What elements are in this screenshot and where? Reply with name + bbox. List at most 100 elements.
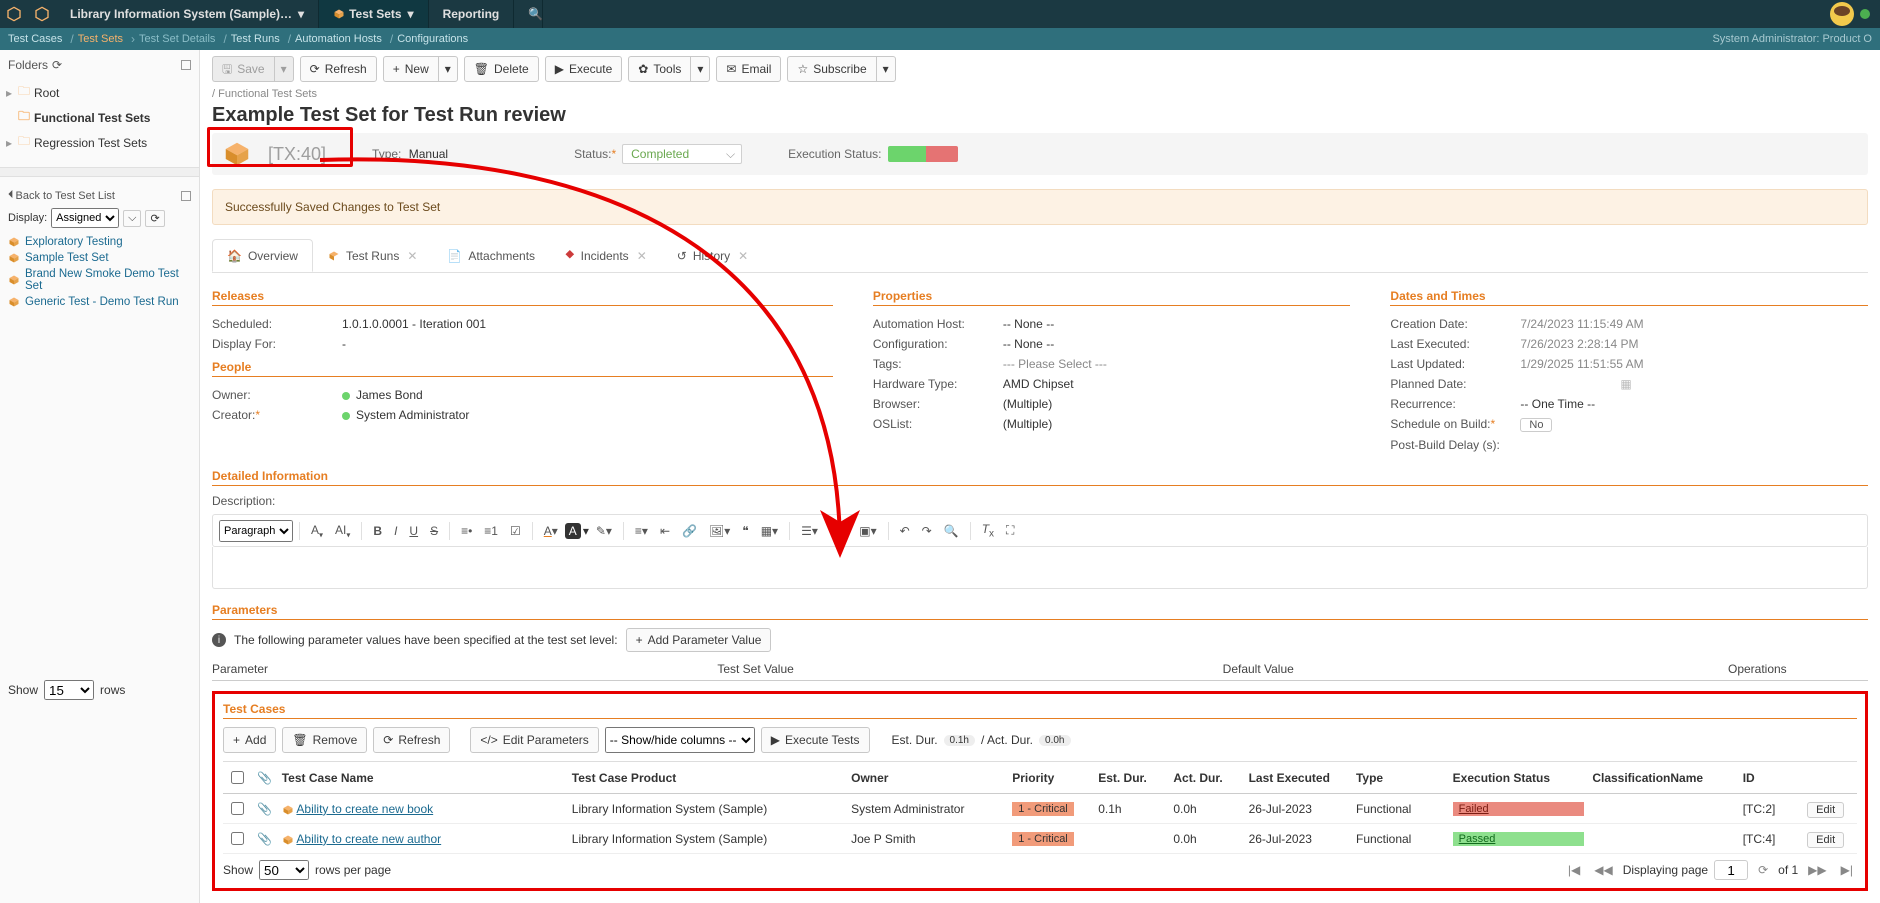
- field-value[interactable]: No: [1520, 417, 1552, 432]
- avatar[interactable]: [1830, 2, 1854, 26]
- select-all-checkbox[interactable]: [231, 771, 244, 784]
- page-input[interactable]: [1714, 860, 1748, 880]
- clear-format-button[interactable]: ✎▾: [591, 521, 617, 541]
- table-button[interactable]: ▦▾: [756, 521, 783, 541]
- text-color-button[interactable]: A▾: [539, 521, 563, 541]
- indent-button[interactable]: ⇤: [655, 521, 675, 541]
- col-header[interactable]: ClassificationName: [1588, 762, 1738, 794]
- eraser-button[interactable]: Tx: [977, 519, 999, 542]
- chevron-down-icon[interactable]: ⌵: [123, 210, 141, 227]
- tab-test-runs[interactable]: Test Runs✕: [313, 239, 432, 272]
- delete-button[interactable]: 🗑Delete: [464, 56, 539, 82]
- paragraph-select[interactable]: Paragraph: [219, 520, 293, 542]
- first-page-button[interactable]: |◀: [1564, 863, 1584, 877]
- tools-dropdown[interactable]: ▾: [690, 56, 710, 82]
- testcase-link[interactable]: Ability to create new book: [296, 802, 433, 816]
- status-select[interactable]: Completed: [622, 144, 742, 164]
- tab-overview[interactable]: 🏠Overview: [212, 239, 313, 272]
- tab-incidents[interactable]: ⯁Incidents✕: [550, 239, 662, 272]
- align-button[interactable]: ≡▾: [630, 521, 653, 541]
- next-page-button[interactable]: ▶▶: [1804, 863, 1830, 877]
- col-header[interactable]: Type: [1352, 762, 1449, 794]
- subnav-test-runs[interactable]: Test Runs: [231, 33, 280, 45]
- status-chip[interactable]: Failed: [1453, 802, 1585, 816]
- subscribe-dropdown[interactable]: ▾: [876, 56, 896, 82]
- bullets-button[interactable]: ≡•: [456, 521, 477, 541]
- search-button[interactable]: 🔍: [514, 0, 543, 28]
- tc-add-button[interactable]: + Add: [223, 727, 276, 753]
- tree-root[interactable]: ▸🗀Root: [6, 80, 193, 105]
- new-dropdown[interactable]: ▾: [438, 56, 458, 82]
- email-button[interactable]: ✉Email: [716, 56, 781, 82]
- list-item[interactable]: Exploratory Testing: [8, 234, 191, 250]
- close-icon[interactable]: ✕: [637, 249, 647, 263]
- edit-row-button[interactable]: Edit: [1807, 802, 1844, 818]
- subnav-configurations[interactable]: Configurations: [397, 33, 468, 45]
- display-select[interactable]: Assigned: [51, 208, 119, 228]
- field-value[interactable]: -- One Time --: [1520, 397, 1595, 411]
- tree-regression[interactable]: ▸🗀Regression Test Sets: [6, 130, 193, 155]
- subnav-test-cases[interactable]: Test Cases: [8, 33, 62, 45]
- list-item[interactable]: Generic Test - Demo Test Run: [8, 294, 191, 310]
- col-header[interactable]: Execution Status: [1449, 762, 1589, 794]
- show-select[interactable]: 15: [44, 680, 94, 700]
- nav-reporting[interactable]: Reporting: [429, 0, 515, 28]
- refresh-icon[interactable]: ⟳: [145, 210, 164, 227]
- font-family-button[interactable]: A▾: [306, 520, 328, 542]
- project-dropdown[interactable]: Library Information System (Sample)… ▾: [56, 0, 319, 28]
- tools-button[interactable]: ✿Tools: [628, 56, 690, 82]
- tab-history[interactable]: ↺History✕: [662, 239, 763, 272]
- back-icon[interactable]: ⏴: [8, 189, 14, 202]
- testcase-link[interactable]: Ability to create new author: [296, 832, 441, 846]
- subnav-test-set-details[interactable]: Test Set Details: [139, 33, 215, 45]
- refresh-page-button[interactable]: ⟳: [1754, 863, 1772, 877]
- checklist-button[interactable]: ☑: [505, 521, 526, 541]
- tc-remove-button[interactable]: 🗑 Remove: [282, 727, 367, 753]
- list-item[interactable]: Brand New Smoke Demo Test Set: [8, 266, 191, 294]
- tc-edit-params-button[interactable]: </> Edit Parameters: [470, 727, 598, 753]
- field-value[interactable]: -- None --: [1003, 337, 1054, 351]
- field-value[interactable]: -- None --: [1003, 317, 1054, 331]
- quote-button[interactable]: ❝: [737, 521, 753, 541]
- underline-button[interactable]: U: [404, 521, 423, 541]
- find-button[interactable]: 🔍: [939, 521, 964, 541]
- execute-button[interactable]: ▶Execute: [545, 56, 623, 82]
- planned-date-picker[interactable]: ▦: [1520, 377, 1631, 391]
- subnav-test-sets[interactable]: Test Sets: [78, 33, 123, 45]
- fullscreen-button[interactable]: ⛶: [1001, 520, 1019, 541]
- highlight-button[interactable]: A: [565, 523, 581, 539]
- collapse-icon[interactable]: [181, 191, 191, 201]
- new-button[interactable]: +New: [383, 56, 438, 82]
- list-item[interactable]: Sample Test Set: [8, 250, 191, 266]
- showhide-columns-select[interactable]: -- Show/hide columns --: [605, 727, 755, 753]
- refresh-button[interactable]: ⟳Refresh: [300, 56, 377, 82]
- redo-button[interactable]: ↷: [917, 521, 937, 541]
- calendar-icon[interactable]: ▦: [1620, 377, 1631, 391]
- row-checkbox[interactable]: [231, 832, 244, 845]
- link-button[interactable]: 🔗: [677, 521, 702, 541]
- last-page-button[interactable]: ▶|: [1837, 863, 1857, 877]
- back-link[interactable]: Back to Test Set List: [16, 190, 115, 202]
- field-value[interactable]: --- Please Select ---: [1003, 357, 1107, 371]
- insert-button[interactable]: ☰▾: [796, 521, 823, 541]
- embed-button[interactable]: ▣▾: [854, 521, 881, 541]
- prev-page-button[interactable]: ◀◀: [1590, 863, 1616, 877]
- refresh-icon[interactable]: ⟳: [52, 58, 62, 72]
- col-header[interactable]: Last Executed: [1245, 762, 1352, 794]
- col-header[interactable]: Act. Dur.: [1169, 762, 1244, 794]
- col-header[interactable]: Test Case Name: [278, 762, 568, 794]
- col-header[interactable]: Est. Dur.: [1094, 762, 1169, 794]
- subscribe-button[interactable]: ☆Subscribe: [787, 56, 875, 82]
- description-editor[interactable]: [212, 547, 1868, 589]
- media-button[interactable]: ▦▾: [825, 521, 852, 541]
- status-chip[interactable]: Passed: [1453, 832, 1585, 846]
- close-icon[interactable]: ✕: [738, 249, 748, 263]
- tree-functional[interactable]: 🗀Functional Test Sets: [6, 105, 193, 130]
- tab-attachments[interactable]: 📄Attachments: [432, 239, 550, 272]
- col-header[interactable]: Owner: [847, 762, 1008, 794]
- add-param-button[interactable]: + Add Parameter Value: [626, 628, 772, 652]
- bold-button[interactable]: B: [368, 521, 387, 541]
- nav-test-sets[interactable]: Test Sets ▾: [319, 0, 429, 28]
- col-header[interactable]: Test Case Product: [568, 762, 847, 794]
- image-button[interactable]: 🖼▾: [704, 521, 735, 541]
